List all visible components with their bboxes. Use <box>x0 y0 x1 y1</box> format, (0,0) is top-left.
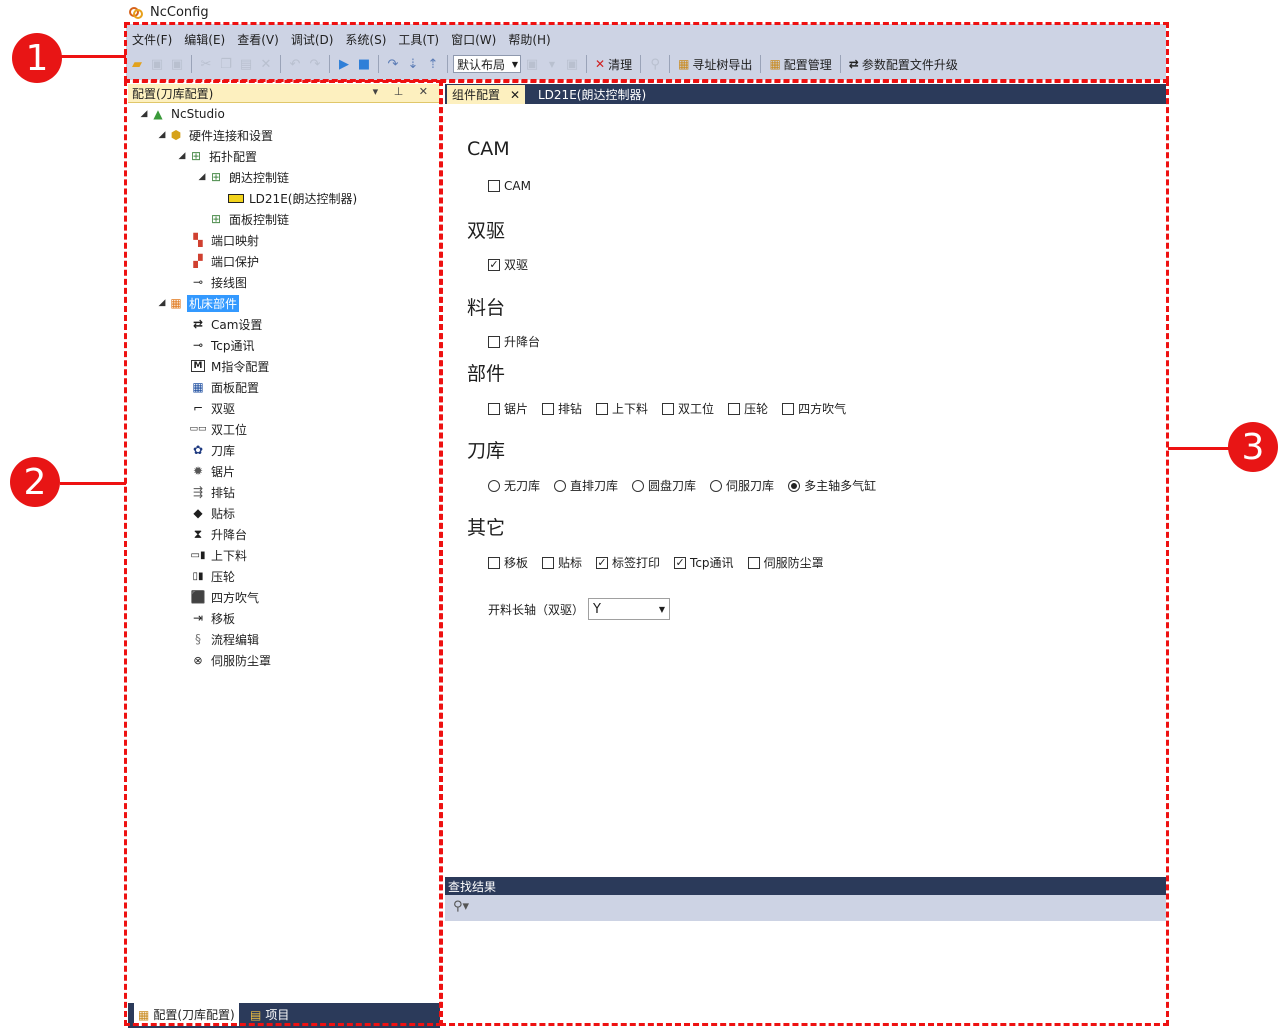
callout-line-1 <box>60 55 126 58</box>
title-bar: NcConfig <box>0 0 1281 24</box>
callout-badge-3: 3 <box>1228 422 1278 472</box>
app-title: NcConfig <box>150 5 209 20</box>
annotation-box-menu-toolbar <box>124 22 1169 82</box>
annotation-box-left-panel <box>124 80 442 1026</box>
annotation-box-main-area <box>440 80 1169 1026</box>
callout-badge-2: 2 <box>10 457 60 507</box>
callout-line-3 <box>1168 447 1230 450</box>
callout-line-2 <box>60 482 126 485</box>
app-logo-icon <box>129 7 143 19</box>
callout-badge-1: 1 <box>12 33 62 83</box>
